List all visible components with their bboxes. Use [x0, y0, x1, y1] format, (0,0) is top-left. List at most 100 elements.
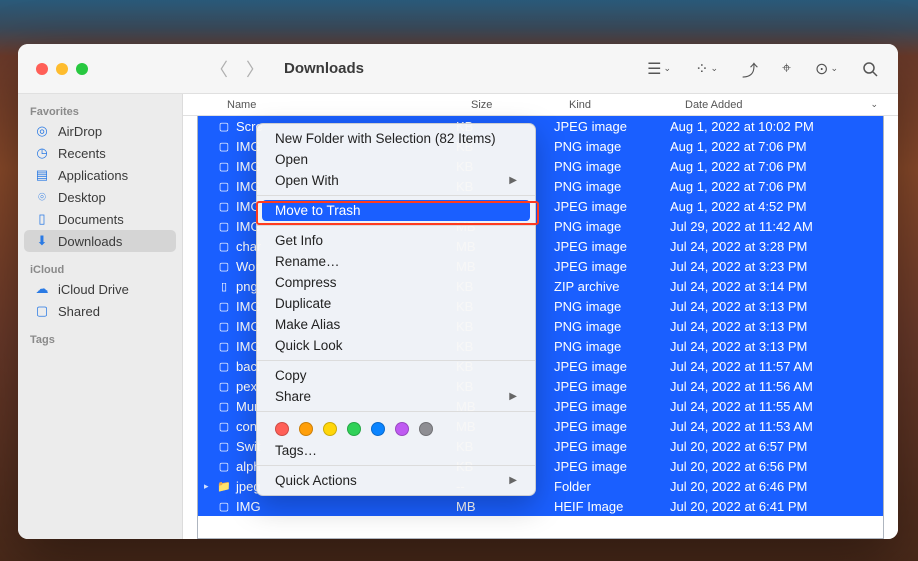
forward-icon[interactable]: 〉 [246, 56, 264, 82]
column-header-size[interactable]: Size [471, 99, 569, 111]
tags-icon[interactable]: ⌖ [782, 60, 791, 78]
sidebar-item-recents[interactable]: ◷Recents [24, 142, 176, 164]
menu-item-label: Compress [275, 275, 337, 290]
file-kind: JPEG image [554, 379, 670, 394]
file-name: IMG [232, 499, 456, 514]
tag-dot[interactable] [275, 422, 289, 436]
file-kind: JPEG image [554, 419, 670, 434]
file-kind: HEIF Image [554, 499, 670, 514]
menu-item-quick-actions[interactable]: Quick Actions ▶ [257, 470, 535, 491]
menu-item-label: Duplicate [275, 296, 331, 311]
menu-item-new-folder-with-selection-82-items[interactable]: New Folder with Selection (82 Items) [257, 128, 535, 149]
file-date: Aug 1, 2022 at 4:52 PM [670, 199, 883, 214]
back-icon[interactable]: 〈 [210, 56, 228, 82]
sidebar-item-airdrop[interactable]: ◎AirDrop [24, 120, 176, 142]
menu-item-compress[interactable]: Compress [257, 272, 535, 293]
menu-separator [257, 465, 535, 466]
file-kind: JPEG image [554, 199, 670, 214]
tag-dot[interactable] [347, 422, 361, 436]
menu-item-label: Move to Trash [275, 203, 361, 218]
sidebar-item-label: Downloads [58, 234, 122, 249]
file-date: Jul 20, 2022 at 6:46 PM [670, 479, 883, 494]
menu-item-get-info[interactable]: Get Info [257, 230, 535, 251]
menu-item-move-to-trash[interactable]: Move to Trash [262, 200, 530, 221]
menu-item-open[interactable]: Open [257, 149, 535, 170]
menu-item-duplicate[interactable]: Duplicate [257, 293, 535, 314]
menu-item-quick-look[interactable]: Quick Look [257, 335, 535, 356]
downloads-icon: ⬇ [34, 233, 50, 249]
column-header-date[interactable]: Date Added ⌄ [685, 99, 898, 111]
apps-icon: ▤ [34, 167, 50, 183]
image-thumbnail-icon: ▢ [216, 500, 232, 513]
tag-dot[interactable] [419, 422, 433, 436]
sidebar-item-label: iCloud Drive [58, 282, 129, 297]
sidebar-item-shared[interactable]: ▢Shared [24, 300, 176, 322]
file-date: Jul 24, 2022 at 3:13 PM [670, 299, 883, 314]
file-kind: PNG image [554, 299, 670, 314]
column-header-kind[interactable]: Kind [569, 99, 685, 111]
image-thumbnail-icon: ▢ [216, 260, 232, 273]
column-header-name[interactable]: Name [227, 99, 471, 111]
folder-icon: 📁 [216, 480, 232, 493]
sidebar-item-documents[interactable]: ▯Documents [24, 208, 176, 230]
image-thumbnail-icon: ▢ [216, 200, 232, 213]
menu-item-label: Tags… [275, 443, 317, 458]
tag-dot[interactable] [371, 422, 385, 436]
menu-item-label: Quick Look [275, 338, 343, 353]
sidebar: Favorites◎AirDrop◷Recents▤Applications⌾D… [18, 94, 183, 539]
view-mode-button[interactable]: ☰ ⌄ [647, 59, 671, 79]
more-actions-button[interactable]: ⊙ ⌄ [815, 59, 838, 79]
group-button[interactable]: ⁘ ⌄ [695, 59, 718, 79]
menu-item-make-alias[interactable]: Make Alias [257, 314, 535, 335]
sidebar-item-label: Shared [58, 304, 100, 319]
file-row[interactable]: ▢IMGMBHEIF ImageJul 20, 2022 at 6:41 PM [198, 496, 883, 516]
disclosure-triangle-icon[interactable]: ▸ [204, 481, 216, 492]
menu-item-label: Quick Actions [275, 473, 357, 488]
tag-color-row [257, 416, 535, 440]
menu-item-open-with[interactable]: Open With▶ [257, 170, 535, 191]
file-kind: JPEG image [554, 239, 670, 254]
close-window-button[interactable] [36, 63, 48, 75]
file-date: Jul 20, 2022 at 6:56 PM [670, 459, 883, 474]
file-date: Aug 1, 2022 at 7:06 PM [670, 139, 883, 154]
image-thumbnail-icon: ▢ [216, 460, 232, 473]
submenu-arrow-icon: ▶ [509, 475, 517, 486]
tag-dot[interactable] [395, 422, 409, 436]
image-thumbnail-icon: ▢ [216, 140, 232, 153]
file-kind: PNG image [554, 159, 670, 174]
file-date: Jul 24, 2022 at 3:13 PM [670, 339, 883, 354]
titlebar: 〈 〉 Downloads ☰ ⌄ ⁘ ⌄ ⤴ ⌖ ⊙ ⌄ [18, 44, 898, 94]
sidebar-item-label: Recents [58, 146, 106, 161]
sidebar-item-downloads[interactable]: ⬇ Downloads [24, 230, 176, 252]
menu-item-copy[interactable]: Copy [257, 365, 535, 386]
desktop-icon: ⌾ [34, 189, 50, 205]
file-date: Jul 24, 2022 at 11:57 AM [670, 359, 883, 374]
minimize-window-button[interactable] [56, 63, 68, 75]
share-icon[interactable]: ⤴ [742, 57, 758, 81]
submenu-arrow-icon: ▶ [509, 391, 517, 402]
file-date: Jul 24, 2022 at 3:23 PM [670, 259, 883, 274]
tag-dot[interactable] [299, 422, 313, 436]
tag-dot[interactable] [323, 422, 337, 436]
menu-item-label: Rename… [275, 254, 340, 269]
submenu-arrow-icon: ▶ [509, 175, 517, 186]
image-thumbnail-icon: ▢ [216, 440, 232, 453]
sidebar-item-icloud-drive[interactable]: ☁iCloud Drive [24, 278, 176, 300]
sidebar-item-applications[interactable]: ▤Applications [24, 164, 176, 186]
menu-separator [257, 195, 535, 196]
fullscreen-window-button[interactable] [76, 63, 88, 75]
menu-item-share[interactable]: Share▶ [257, 386, 535, 407]
file-kind: JPEG image [554, 439, 670, 454]
sidebar-item-label: AirDrop [58, 124, 102, 139]
image-thumbnail-icon: ▢ [216, 160, 232, 173]
image-thumbnail-icon: ▢ [216, 240, 232, 253]
search-icon[interactable] [862, 61, 878, 77]
menu-separator [257, 225, 535, 226]
file-kind: PNG image [554, 339, 670, 354]
image-thumbnail-icon: ▢ [216, 300, 232, 313]
sidebar-item-desktop[interactable]: ⌾Desktop [24, 186, 176, 208]
menu-item-tags[interactable]: Tags… [257, 440, 535, 461]
file-date: Jul 29, 2022 at 11:42 AM [670, 219, 883, 234]
menu-item-rename[interactable]: Rename… [257, 251, 535, 272]
menu-item-label: Make Alias [275, 317, 340, 332]
